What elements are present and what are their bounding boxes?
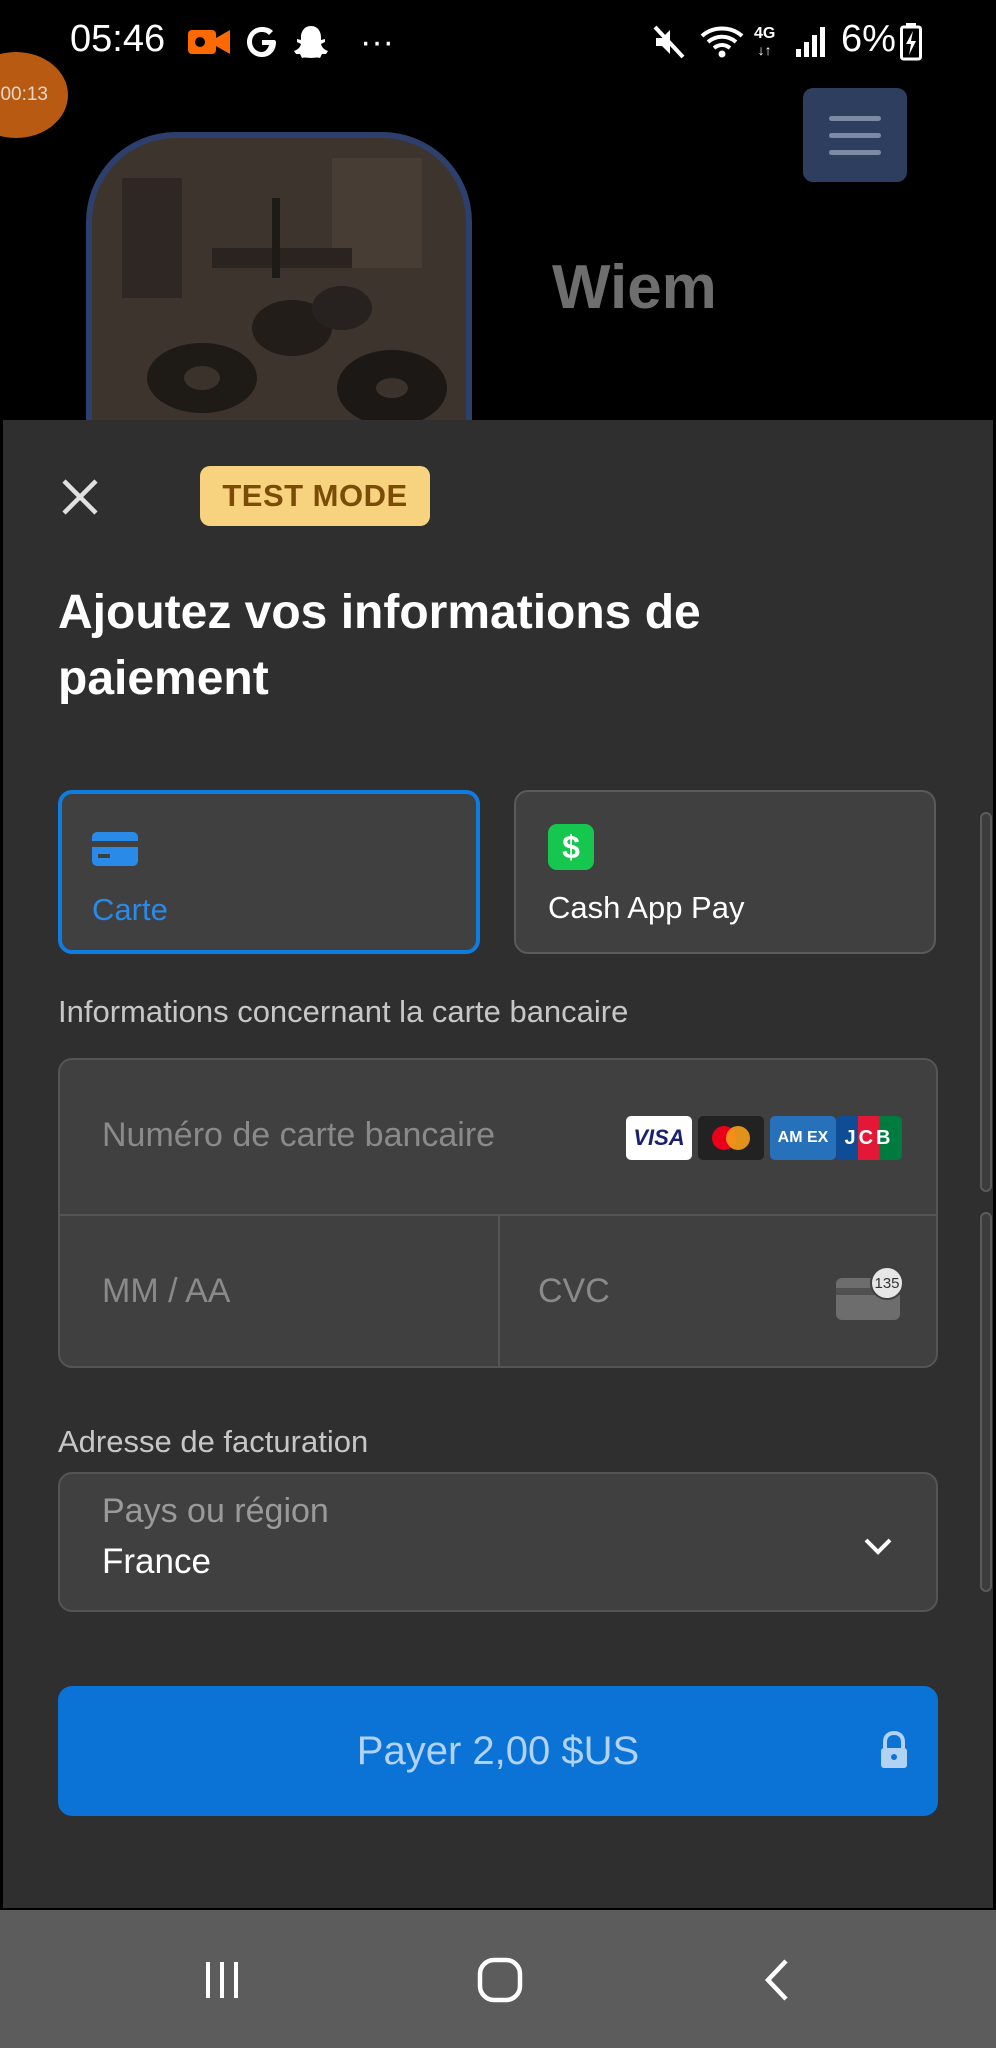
profile-name: Wiem (552, 253, 717, 322)
scrollbar[interactable] (980, 1212, 992, 1592)
amex-logo: AM EX (770, 1116, 836, 1160)
payment-method-cash-app[interactable]: $ Cash App Pay (514, 790, 936, 954)
payment-method-cash-app-label: Cash App Pay (548, 890, 745, 925)
card-number-placeholder: Numéro de carte bancaire (102, 1116, 496, 1154)
mastercard-logo (698, 1116, 764, 1160)
country-value: France (102, 1542, 211, 1581)
expiry-input[interactable]: MM / AA (60, 1216, 498, 1366)
jcb-logo: JCB (836, 1116, 902, 1160)
mute-icon (652, 22, 686, 62)
scrollbar[interactable] (980, 812, 992, 1192)
hamburger-menu-icon[interactable] (803, 88, 907, 182)
wifi-icon (700, 22, 744, 62)
battery-percentage: 6% (841, 18, 896, 60)
recording-timer-label: 00:13 (0, 84, 48, 105)
network-type-label: 4G (754, 25, 776, 42)
billing-section-label: Adresse de facturation (58, 1424, 369, 1459)
status-time: 05:46 (70, 18, 166, 60)
pay-button-label: Payer 2,00 $US (356, 1728, 640, 1773)
payment-method-card-label: Carte (92, 892, 168, 927)
network-4g-icon: 4G ↓↑ (754, 25, 776, 59)
snapchat-icon (292, 22, 330, 62)
navigation-bar (0, 1910, 996, 2048)
home-icon[interactable] (470, 1950, 530, 2010)
cvc-placeholder: CVC (538, 1272, 610, 1310)
cvc-hint-number: 135 (870, 1266, 904, 1300)
sheet-title: Ajoutez vos informations de paiement (58, 586, 701, 705)
cash-app-icon: $ (548, 824, 594, 870)
chevron-down-icon (858, 1526, 898, 1566)
payment-method-card[interactable]: Carte (58, 790, 480, 954)
recent-apps-icon[interactable] (192, 1950, 252, 2010)
back-icon[interactable] (746, 1950, 806, 2010)
profile-photo (86, 132, 472, 432)
lock-icon (876, 1730, 912, 1772)
expiry-placeholder: MM / AA (102, 1272, 231, 1310)
signal-icon (794, 22, 828, 62)
more-dots-icon: ··· (360, 22, 394, 61)
video-record-icon (188, 22, 230, 62)
battery-charging-icon (900, 22, 922, 62)
card-icon (92, 832, 138, 866)
pay-button[interactable]: Payer 2,00 $US (58, 1686, 938, 1816)
country-field-label: Pays ou région (102, 1492, 329, 1530)
visa-logo: VISA (626, 1116, 692, 1160)
card-section-label: Informations concernant la carte bancair… (58, 994, 629, 1029)
test-mode-badge: TEST MODE (200, 466, 430, 526)
google-icon (244, 22, 280, 62)
status-bar: 05:46 ··· 4G ↓↑ 6% (0, 0, 996, 84)
country-select[interactable]: Pays ou région France (58, 1472, 938, 1612)
card-details-box: Numéro de carte bancaire VISA AM EX JCB … (58, 1058, 938, 1368)
close-icon[interactable] (58, 475, 102, 519)
